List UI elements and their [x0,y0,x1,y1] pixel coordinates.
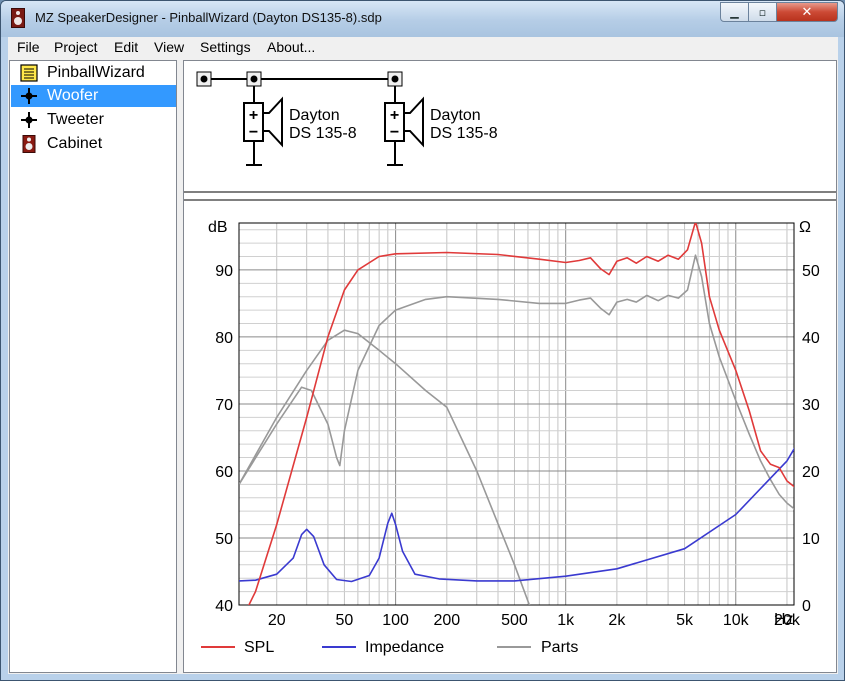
x-unit-label: Hz [774,611,794,628]
y-tick-label: 70 [215,397,233,414]
tree-item-label: Woofer [47,87,99,104]
x-tick-label: 1k [557,612,575,629]
project-tree[interactable]: PinballWizard Woofer Tweeter Cabinet [9,60,177,673]
svg-text:−: − [249,124,258,141]
x-tick-label: 500 [501,612,528,629]
tree-item-tweeter[interactable]: Tweeter [11,109,176,131]
series-line-parts-3 [239,329,531,605]
series-line-impedance-1 [239,447,794,583]
driver-model: DS 135-8 [430,125,498,142]
svg-text:−: − [390,124,399,141]
menu-edit[interactable]: Edit [114,39,138,55]
close-icon: ✕ [801,4,813,20]
tree-item-pinballwizard[interactable]: PinballWizard [11,62,176,84]
legend-label-impedance: Impedance [365,639,444,656]
y-tick-label: 50 [215,531,233,548]
legend-label-parts: Parts [541,639,578,656]
y-tick-label: 90 [215,263,233,280]
minimize-button[interactable]: ▁ [720,2,749,22]
window-title: MZ SpeakerDesigner - PinballWizard (Dayt… [35,10,382,25]
maximize-icon: ▫ [758,5,767,19]
tree-item-label: PinballWizard [47,64,145,81]
x-tick-label: 50 [336,612,354,629]
chart-legend: SPL Impedance Parts [201,639,578,656]
crossover-schematic[interactable]: + − Dayton DS 135-8 + − Dayton DS 135-8 [196,71,498,166]
svg-text:+: + [249,107,258,124]
driver-symbol-2[interactable]: + − Dayton DS 135-8 [384,86,498,166]
minimize-icon: ▁ [730,5,739,19]
driver-brand: Dayton [430,107,481,124]
x-tick-label: 2k [608,612,626,629]
maximize-button[interactable]: ▫ [748,2,777,22]
y2-tick-label: 10 [802,531,820,548]
tree-item-woofer[interactable]: Woofer [11,85,176,107]
tree-item-cabinet[interactable]: Cabinet [11,133,176,155]
svg-text:+: + [390,107,399,124]
x-tick-label: 100 [382,612,409,629]
driver-symbol-1[interactable]: + − Dayton DS 135-8 [243,86,357,166]
y2-tick-label: 50 [802,263,820,280]
menu-project[interactable]: Project [54,39,98,55]
menu-about[interactable]: About... [267,39,315,55]
menu-bar: File Project Edit View Settings About... [8,37,838,59]
app-window: MZ SpeakerDesigner - PinballWizard (Dayt… [0,0,845,681]
legend-label-spl: SPL [244,639,274,656]
menu-settings[interactable]: Settings [200,39,251,55]
menu-view[interactable]: View [154,39,184,55]
design-canvas: + − Dayton DS 135-8 + − Dayton DS 135-8 … [184,71,836,656]
tree-item-label: Tweeter [47,111,104,128]
x-tick-label: 5k [676,612,694,629]
menu-file[interactable]: File [17,39,40,55]
y2-tick-label: 0 [802,598,811,615]
y-tick-label: 40 [215,598,233,615]
y2-tick-label: 40 [802,330,820,347]
title-bar[interactable]: MZ SpeakerDesigner - PinballWizard (Dayt… [1,1,844,37]
y2-axis-label: Ω [799,219,811,236]
cabinet-icon [22,135,36,153]
design-pane: + − Dayton DS 135-8 + − Dayton DS 135-8 … [183,60,837,673]
frequency-response-chart: dB Ω 40 50 60 70 80 90 0 10 20 30 40 50 20 50 100 200 50… [201,219,820,656]
driver-model: DS 135-8 [289,125,357,142]
driver-brand: Dayton [289,107,340,124]
x-tick-label: 10k [723,612,750,629]
y2-tick-label: 30 [802,397,820,414]
tree-item-label: Cabinet [47,135,103,152]
x-tick-label: 200 [433,612,460,629]
driver-node-icon [21,88,37,104]
client-area: PinballWizard Woofer Tweeter Cabinet + −… [8,59,838,674]
close-button[interactable]: ✕ [776,2,838,22]
y-tick-label: 80 [215,330,233,347]
y-tick-label: 60 [215,464,233,481]
y-axis-label: dB [208,219,228,236]
x-tick-label: 20 [268,612,286,629]
project-notes-icon [20,64,38,82]
speaker-app-icon[interactable] [11,8,25,28]
driver-node-icon [21,112,37,128]
y2-tick-label: 20 [802,464,820,481]
